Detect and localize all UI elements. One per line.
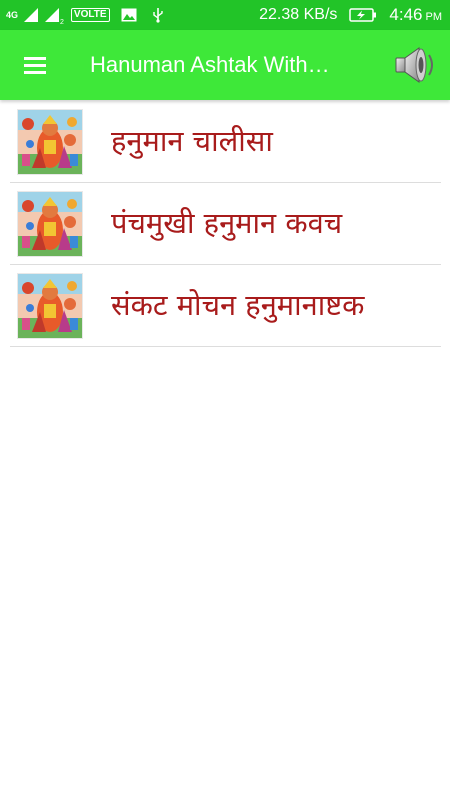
status-bar: 4G 2 VOLTE 22.38 KB/s 4:46 PM <box>0 0 450 30</box>
battery-charging-icon <box>349 8 377 22</box>
list-item-label: हनुमान चालीसा <box>111 124 273 158</box>
clock-time: 4:46 <box>389 5 423 24</box>
list-item-label: पंचमुखी हनुमान कवच <box>111 206 343 240</box>
signal-icon <box>24 8 38 22</box>
hanuman-thumbnail <box>17 191 83 257</box>
app-title: Hanuman Ashtak With… <box>90 52 330 77</box>
list-item-label: संकट मोचन हनुमानाष्टक <box>111 288 365 322</box>
network-type: 4G <box>6 10 19 20</box>
network-speed: 22.38 KB/s <box>259 6 338 23</box>
list-item[interactable]: संकट मोचन हनुमानाष्टक <box>10 265 441 347</box>
app-bar: Hanuman Ashtak With… <box>0 30 450 100</box>
usb-icon <box>152 8 163 23</box>
list-item[interactable]: हनुमान चालीसा <box>10 101 441 183</box>
speaker-icon[interactable] <box>393 45 437 85</box>
clock-ampm: PM <box>425 11 443 23</box>
list-item[interactable]: पंचमुखी हनुमान कवच <box>10 183 441 265</box>
song-list: हनुमान चालीसा पंचमुखी हनुमान कवच संकट मो… <box>10 101 441 347</box>
volte-badge: VOLTE <box>70 8 110 22</box>
hanuman-thumbnail <box>17 109 83 175</box>
gallery-icon <box>121 8 136 22</box>
sim-number-2: 2 <box>60 19 64 26</box>
hanuman-thumbnail <box>17 273 83 339</box>
hamburger-menu-icon[interactable] <box>14 50 56 80</box>
signal-icon <box>45 8 59 22</box>
